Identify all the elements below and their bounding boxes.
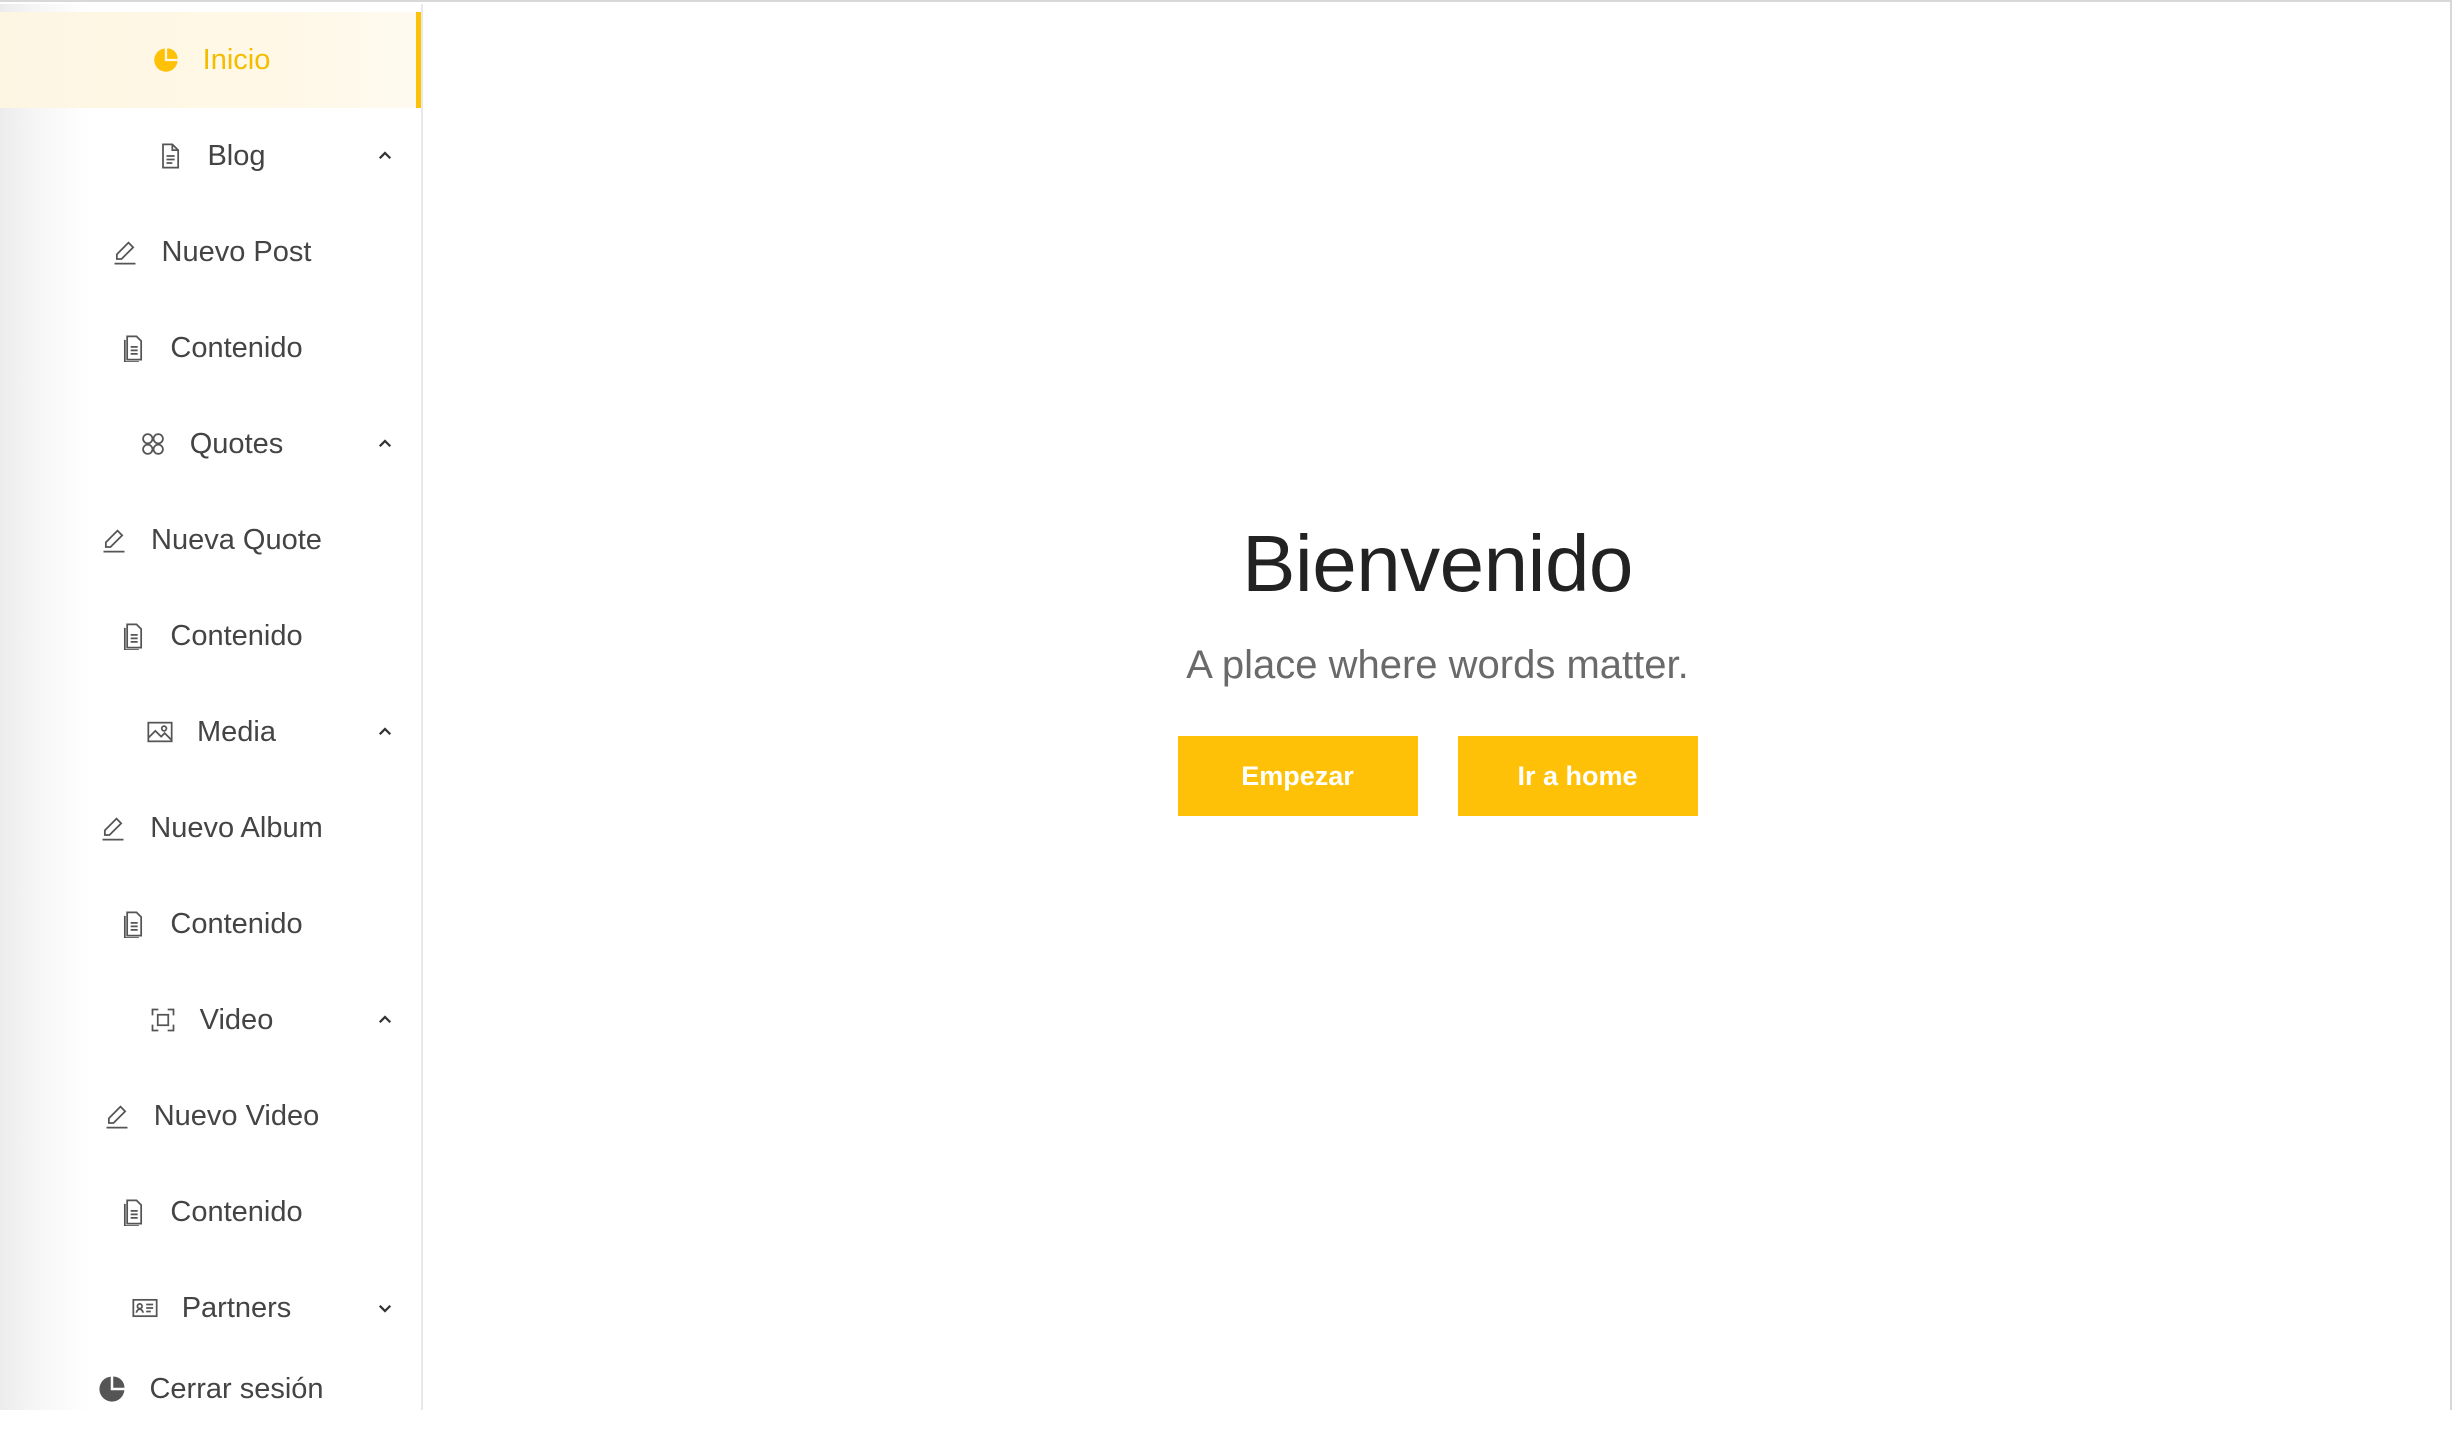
- sidebar-item-label: Quotes: [189, 427, 284, 460]
- sidebar-item-nuevo-album[interactable]: Nuevo Album: [0, 780, 421, 876]
- chevron-up-icon[interactable]: [373, 432, 397, 456]
- file-text-icon: [118, 1197, 148, 1227]
- sidebar-item-label: Nuevo Video: [153, 1099, 320, 1132]
- page-subtitle: A place where words matter.: [1186, 643, 1689, 687]
- document-icon: [155, 141, 185, 171]
- file-text-icon: [118, 333, 148, 363]
- pencil-icon: [102, 1101, 132, 1131]
- sidebar-item-inicio[interactable]: Inicio: [0, 12, 421, 108]
- sidebar-item-video[interactable]: Video: [0, 972, 421, 1068]
- image-icon: [145, 717, 175, 747]
- chevron-up-icon[interactable]: [373, 720, 397, 744]
- logout-button[interactable]: Cerrar sesión: [0, 1342, 421, 1436]
- sidebar-item-nueva-quote[interactable]: Nueva Quote: [0, 492, 421, 588]
- sidebar-item-nuevo-post[interactable]: Nuevo Post: [0, 204, 421, 300]
- chevron-up-icon[interactable]: [373, 1008, 397, 1032]
- sidebar-item-label: Blog: [207, 139, 266, 172]
- page-title: Bienvenido: [1242, 519, 1633, 608]
- app-window: Inicio Blog Nuevo Post Contenido Quotes …: [0, 0, 2452, 1410]
- hero-actions: Empezar Ir a home: [1177, 736, 1698, 816]
- main-content: Bienvenido A place where words matter. E…: [425, 4, 2450, 1410]
- sidebar-item-label: Media: [197, 715, 276, 748]
- id-card-icon: [130, 1293, 160, 1323]
- sidebar: Inicio Blog Nuevo Post Contenido Quotes …: [0, 4, 423, 1410]
- sidebar-item-label: Inicio: [202, 43, 271, 76]
- logout-label: Cerrar sesión: [149, 1372, 324, 1405]
- sidebar-item-media[interactable]: Media: [0, 684, 421, 780]
- pencil-icon: [99, 525, 129, 555]
- pencil-icon: [98, 813, 128, 843]
- sidebar-item-label: Nueva Quote: [151, 523, 322, 556]
- start-button[interactable]: Empezar: [1177, 736, 1418, 816]
- sidebar-item-label: Partners: [181, 1291, 292, 1324]
- sidebar-item-contenido[interactable]: Contenido: [0, 300, 421, 396]
- chevron-down-icon[interactable]: [373, 1296, 397, 1320]
- sidebar-menu: Inicio Blog Nuevo Post Contenido Quotes …: [0, 12, 421, 1356]
- sidebar-item-blog[interactable]: Blog: [0, 108, 421, 204]
- sidebar-item-quotes[interactable]: Quotes: [0, 396, 421, 492]
- sidebar-item-nuevo-video[interactable]: Nuevo Video: [0, 1068, 421, 1164]
- sidebar-item-contenido[interactable]: Contenido: [0, 876, 421, 972]
- sidebar-item-label: Nuevo Album: [150, 811, 323, 844]
- welcome-hero: Bienvenido A place where words matter. E…: [425, 514, 2450, 816]
- sidebar-item-label: Contenido: [170, 1195, 303, 1228]
- sidebar-item-label: Contenido: [170, 907, 303, 940]
- sidebar-item-contenido[interactable]: Contenido: [0, 588, 421, 684]
- pie-chart-icon: [97, 1374, 127, 1404]
- go-home-button[interactable]: Ir a home: [1457, 736, 1698, 816]
- apps-icon: [138, 429, 168, 459]
- sidebar-item-label: Contenido: [170, 619, 303, 652]
- file-text-icon: [118, 621, 148, 651]
- sidebar-item-contenido[interactable]: Contenido: [0, 1164, 421, 1260]
- scan-icon: [148, 1005, 178, 1035]
- sidebar-item-label: Nuevo Post: [161, 235, 312, 268]
- chevron-up-icon[interactable]: [373, 144, 397, 168]
- pie-chart-icon: [151, 45, 181, 75]
- pencil-icon: [110, 237, 140, 267]
- file-text-icon: [118, 909, 148, 939]
- sidebar-item-label: Contenido: [170, 331, 303, 364]
- sidebar-item-label: Video: [199, 1003, 274, 1036]
